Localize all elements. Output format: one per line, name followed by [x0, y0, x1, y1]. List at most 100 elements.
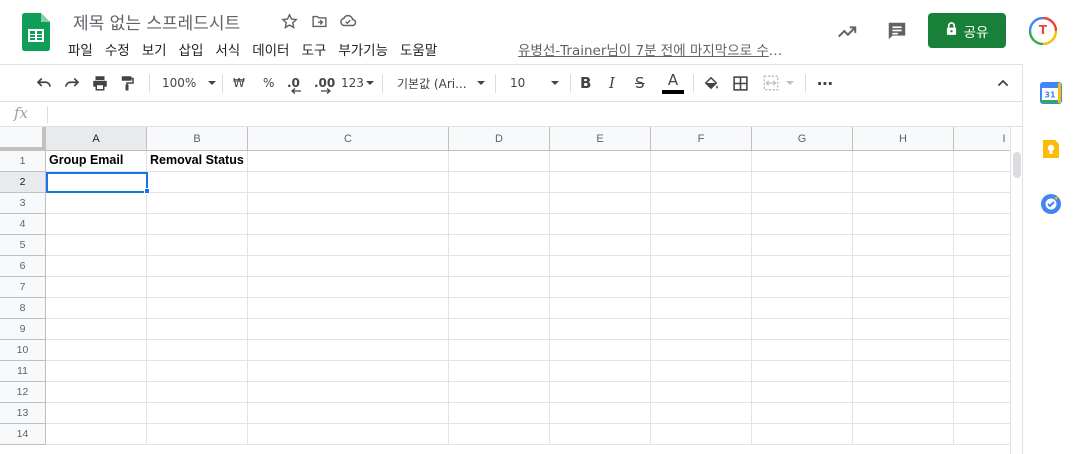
cell-c12[interactable]: [248, 382, 449, 403]
row-header-9[interactable]: 9: [0, 319, 46, 340]
cell-e9[interactable]: [550, 319, 651, 340]
cell-a1[interactable]: Group Email: [46, 151, 147, 172]
cell-h7[interactable]: [853, 277, 954, 298]
cell-h12[interactable]: [853, 382, 954, 403]
column-header-b[interactable]: B: [147, 127, 248, 151]
column-header-g[interactable]: G: [752, 127, 853, 151]
cell-a3[interactable]: [46, 193, 147, 214]
cell-i8[interactable]: [954, 298, 1010, 319]
row-header-12[interactable]: 12: [0, 382, 46, 403]
paint-format-icon[interactable]: [118, 65, 136, 101]
cell-i11[interactable]: [954, 361, 1010, 382]
cell-e7[interactable]: [550, 277, 651, 298]
cell-c5[interactable]: [248, 235, 449, 256]
column-header-a[interactable]: A: [46, 127, 147, 151]
cell-e13[interactable]: [550, 403, 651, 424]
cell-f14[interactable]: [651, 424, 752, 445]
cell-a13[interactable]: [46, 403, 147, 424]
cell-b13[interactable]: [147, 403, 248, 424]
cell-e6[interactable]: [550, 256, 651, 277]
cell-g10[interactable]: [752, 340, 853, 361]
cell-d11[interactable]: [449, 361, 550, 382]
cell-d1[interactable]: [449, 151, 550, 172]
comment-icon[interactable]: [884, 18, 910, 44]
cell-a8[interactable]: [46, 298, 147, 319]
cell-b4[interactable]: [147, 214, 248, 235]
cell-f9[interactable]: [651, 319, 752, 340]
tasks-icon[interactable]: [1040, 193, 1062, 215]
cell-g1[interactable]: [752, 151, 853, 172]
more-formats-select[interactable]: 123: [341, 65, 374, 101]
cell-b6[interactable]: [147, 256, 248, 277]
cell-g8[interactable]: [752, 298, 853, 319]
account-avatar[interactable]: T: [1028, 16, 1058, 46]
undo-icon[interactable]: [35, 65, 53, 101]
cell-h10[interactable]: [853, 340, 954, 361]
cell-f5[interactable]: [651, 235, 752, 256]
cell-h3[interactable]: [853, 193, 954, 214]
format-currency-button[interactable]: ₩: [233, 65, 245, 101]
italic-button[interactable]: I: [609, 65, 615, 101]
row-header-2[interactable]: 2: [0, 172, 46, 193]
cell-d10[interactable]: [449, 340, 550, 361]
cell-d9[interactable]: [449, 319, 550, 340]
cell-c3[interactable]: [248, 193, 449, 214]
row-header-11[interactable]: 11: [0, 361, 46, 382]
cell-d7[interactable]: [449, 277, 550, 298]
cell-i4[interactable]: [954, 214, 1010, 235]
document-title[interactable]: 제목 없는 스프레드시트: [73, 9, 240, 34]
cell-b5[interactable]: [147, 235, 248, 256]
borders-icon[interactable]: [732, 65, 749, 101]
cell-d3[interactable]: [449, 193, 550, 214]
menu-format[interactable]: 서식: [209, 37, 246, 61]
cell-d4[interactable]: [449, 214, 550, 235]
menu-file[interactable]: 파일: [62, 37, 99, 61]
cell-f7[interactable]: [651, 277, 752, 298]
cell-b14[interactable]: [147, 424, 248, 445]
cell-i1[interactable]: [954, 151, 1010, 172]
cell-g11[interactable]: [752, 361, 853, 382]
cell-b11[interactable]: [147, 361, 248, 382]
cell-a10[interactable]: [46, 340, 147, 361]
cell-c14[interactable]: [248, 424, 449, 445]
cell-h11[interactable]: [853, 361, 954, 382]
menu-tools[interactable]: 도구: [295, 37, 332, 61]
cell-g12[interactable]: [752, 382, 853, 403]
cell-e5[interactable]: [550, 235, 651, 256]
vertical-scrollbar[interactable]: [1010, 127, 1022, 454]
cell-c1[interactable]: [248, 151, 449, 172]
cell-b9[interactable]: [147, 319, 248, 340]
cell-f12[interactable]: [651, 382, 752, 403]
redo-icon[interactable]: [63, 65, 81, 101]
cell-c2[interactable]: [248, 172, 449, 193]
merge-cells-icon[interactable]: [762, 65, 794, 101]
cell-a5[interactable]: [46, 235, 147, 256]
cloud-saved-icon[interactable]: [338, 11, 358, 31]
print-icon[interactable]: [91, 65, 109, 101]
cell-h2[interactable]: [853, 172, 954, 193]
cell-c10[interactable]: [248, 340, 449, 361]
column-header-c[interactable]: C: [248, 127, 449, 151]
cell-d13[interactable]: [449, 403, 550, 424]
cell-f8[interactable]: [651, 298, 752, 319]
cell-f6[interactable]: [651, 256, 752, 277]
cell-c6[interactable]: [248, 256, 449, 277]
cell-i2[interactable]: [954, 172, 1010, 193]
cell-a6[interactable]: [46, 256, 147, 277]
row-header-8[interactable]: 8: [0, 298, 46, 319]
cell-a14[interactable]: [46, 424, 147, 445]
cell-f11[interactable]: [651, 361, 752, 382]
cell-i9[interactable]: [954, 319, 1010, 340]
cell-e3[interactable]: [550, 193, 651, 214]
column-header-i[interactable]: I: [954, 127, 1010, 151]
cell-h6[interactable]: [853, 256, 954, 277]
font-size-select[interactable]: 10: [510, 65, 562, 101]
cell-a9[interactable]: [46, 319, 147, 340]
cell-e12[interactable]: [550, 382, 651, 403]
cell-a12[interactable]: [46, 382, 147, 403]
cell-e10[interactable]: [550, 340, 651, 361]
cell-g7[interactable]: [752, 277, 853, 298]
row-header-1[interactable]: 1: [0, 151, 46, 172]
star-icon[interactable]: [279, 11, 299, 31]
fill-color-icon[interactable]: [702, 65, 720, 101]
